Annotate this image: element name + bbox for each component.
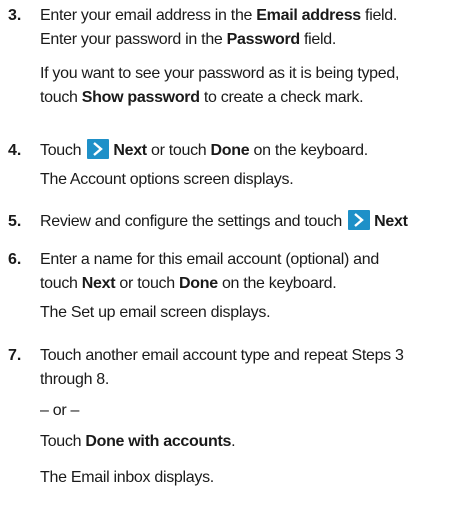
next-label: Next: [374, 213, 408, 230]
step-result: The Email inbox displays.: [40, 469, 214, 486]
step-number: 6.: [8, 251, 22, 268]
done-label: Done: [179, 275, 218, 292]
next-label: Next: [81, 275, 116, 292]
step-note: touch Show password to create a check ma…: [40, 89, 364, 106]
step-body: Touch Next or touch Done on the keyboard…: [40, 139, 462, 192]
step-number: 3.: [8, 7, 22, 24]
chevron-right-icon: [87, 139, 110, 159]
step-line: touch Next or touch Done on the keyboard…: [40, 275, 337, 292]
step-line: Enter your password in the Password fiel…: [40, 31, 337, 48]
manual-page: 3. Enter your email address in the Email…: [0, 0, 462, 513]
next-label: Next: [113, 142, 147, 159]
step-body: Enter your email address in the Email ad…: [40, 4, 462, 110]
step-line: Enter a name for this email account (opt…: [40, 251, 379, 268]
or-separator: – or –: [40, 402, 80, 419]
step-line: Touch Next or touch Done on the keyboard…: [40, 139, 462, 163]
step-line: Touch Done with accounts.: [40, 433, 236, 450]
password-label: Password: [226, 31, 300, 48]
step-line: Touch another email account type and rep…: [40, 347, 404, 364]
show-password-label: Show password: [81, 89, 200, 106]
step-line: Review and configure the settings and to…: [40, 210, 462, 234]
step-body: Enter a name for this email account (opt…: [40, 248, 462, 325]
chevron-right-icon: [348, 210, 371, 230]
done-with-accounts-label: Done with accounts: [85, 433, 232, 450]
step-body: Touch another email account type and rep…: [40, 344, 462, 490]
step-body: Review and configure the settings and to…: [40, 210, 462, 234]
step-result: The Set up email screen displays.: [40, 304, 271, 321]
step-number: 4.: [8, 142, 22, 159]
done-label: Done: [210, 142, 250, 159]
step-number: 7.: [8, 347, 22, 364]
step-result: The Account options screen displays.: [40, 171, 294, 188]
step-line: Enter your email address in the Email ad…: [40, 7, 398, 24]
step-note: If you want to see your password as it i…: [40, 65, 400, 82]
email-address-label: Email address: [256, 7, 361, 24]
step-line: through 8.: [40, 371, 110, 388]
step-number: 5.: [8, 213, 22, 230]
